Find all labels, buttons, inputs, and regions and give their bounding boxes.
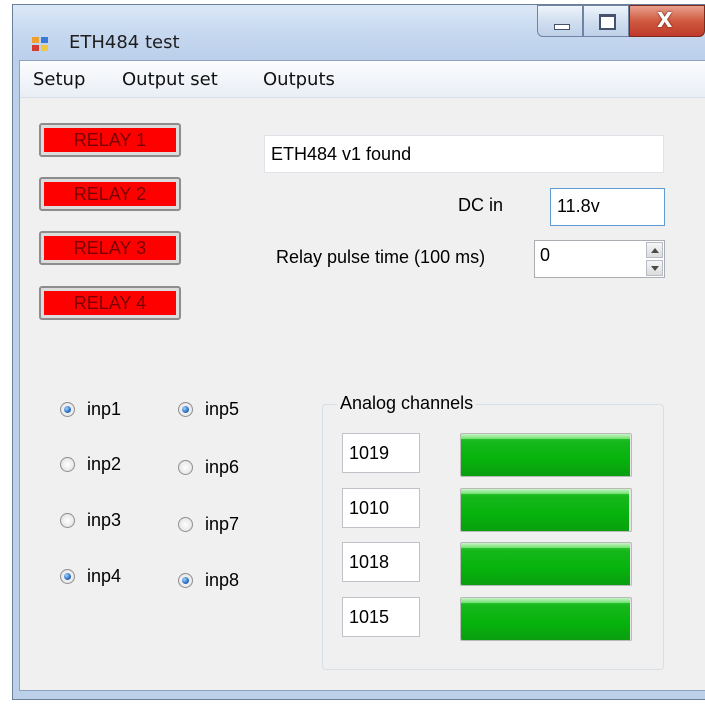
maximize-button[interactable] [583,5,629,37]
relay-3-label: RELAY 3 [44,236,176,260]
relay-4-button[interactable]: RELAY 4 [39,286,181,320]
analog-3-bar-fill [461,543,631,585]
radio-inp3[interactable] [60,513,75,528]
radio-inp2[interactable] [60,457,75,472]
analog-1-bar-fill [461,434,631,476]
input-2[interactable]: inp2 [60,454,121,475]
input-6[interactable]: inp6 [178,457,239,478]
menu-output-set[interactable]: Output set [122,69,218,90]
analog-3-value[interactable]: 1018 [342,542,420,582]
radio-inp5[interactable] [178,402,193,417]
radio-inp4[interactable] [60,569,75,584]
stepper-up-button[interactable] [646,242,663,258]
radio-inp1[interactable] [60,402,75,417]
relay-1-button[interactable]: RELAY 1 [39,123,181,157]
input-5-label: inp5 [205,399,240,419]
main-window: ETH484 test X Setup Output set Outputs R… [12,4,705,700]
title-bar[interactable]: ETH484 test X [13,5,705,59]
input-6-label: inp6 [205,457,240,477]
analog-4-bar-fill [461,598,630,640]
analog-2-value[interactable]: 1010 [342,488,420,528]
analog-4-bar [460,597,632,641]
input-3-label: inp3 [87,510,122,530]
relay-4-label: RELAY 4 [44,291,176,315]
input-4-label: inp4 [87,566,122,586]
relay-1-label: RELAY 1 [44,128,176,152]
analog-1-value[interactable]: 1019 [342,433,420,473]
caption-buttons: X [537,5,705,43]
input-1-label: inp1 [87,399,122,419]
stepper-buttons [646,242,663,276]
maximize-icon [599,14,616,30]
input-7[interactable]: inp7 [178,514,239,535]
menu-outputs[interactable]: Outputs [263,69,335,90]
pulse-time-value: 0 [540,245,551,265]
input-7-label: inp7 [205,514,240,534]
relay-2-label: RELAY 2 [44,182,176,206]
analog-channels-title: Analog channels [337,393,477,414]
status-field[interactable]: ETH484 v1 found [264,135,664,173]
analog-4-value[interactable]: 1015 [342,597,420,637]
pulse-time-label: Relay pulse time (100 ms) [276,247,486,267]
input-5[interactable]: inp5 [178,399,239,420]
analog-2-bar-fill [461,489,629,531]
input-3[interactable]: inp3 [60,510,121,531]
input-1[interactable]: inp1 [60,399,121,420]
input-4[interactable]: inp4 [60,566,121,587]
dc-in-label: DC in [458,195,504,215]
arrow-down-icon [651,266,659,271]
close-button[interactable]: X [629,5,705,37]
radio-inp7[interactable] [178,517,193,532]
input-8-label: inp8 [205,570,240,590]
menu-bar: Setup Output set Outputs [20,61,705,98]
dc-in-field[interactable]: 11.8v [550,188,665,226]
menu-setup[interactable]: Setup [33,69,85,90]
input-2-label: inp2 [87,454,122,474]
analog-2-bar [460,488,632,532]
stepper-down-button[interactable] [646,260,663,276]
window-title: ETH484 test [69,32,180,53]
relay-2-button[interactable]: RELAY 2 [39,177,181,211]
analog-3-bar [460,542,632,586]
minimize-icon [554,24,570,30]
arrow-up-icon [651,248,659,253]
analog-1-bar [460,433,632,477]
pulse-time-stepper[interactable]: 0 [534,240,665,278]
app-icon [32,37,50,53]
radio-inp6[interactable] [178,460,193,475]
client-area: Setup Output set Outputs RELAY 1 RELAY 2… [19,60,705,691]
relay-3-button[interactable]: RELAY 3 [39,231,181,265]
radio-inp8[interactable] [178,573,193,588]
minimize-button[interactable] [537,5,583,37]
input-8[interactable]: inp8 [178,570,239,591]
analog-channels-group: Analog channels 1019 1010 1018 1015 [322,393,664,670]
close-icon: X [657,8,673,32]
